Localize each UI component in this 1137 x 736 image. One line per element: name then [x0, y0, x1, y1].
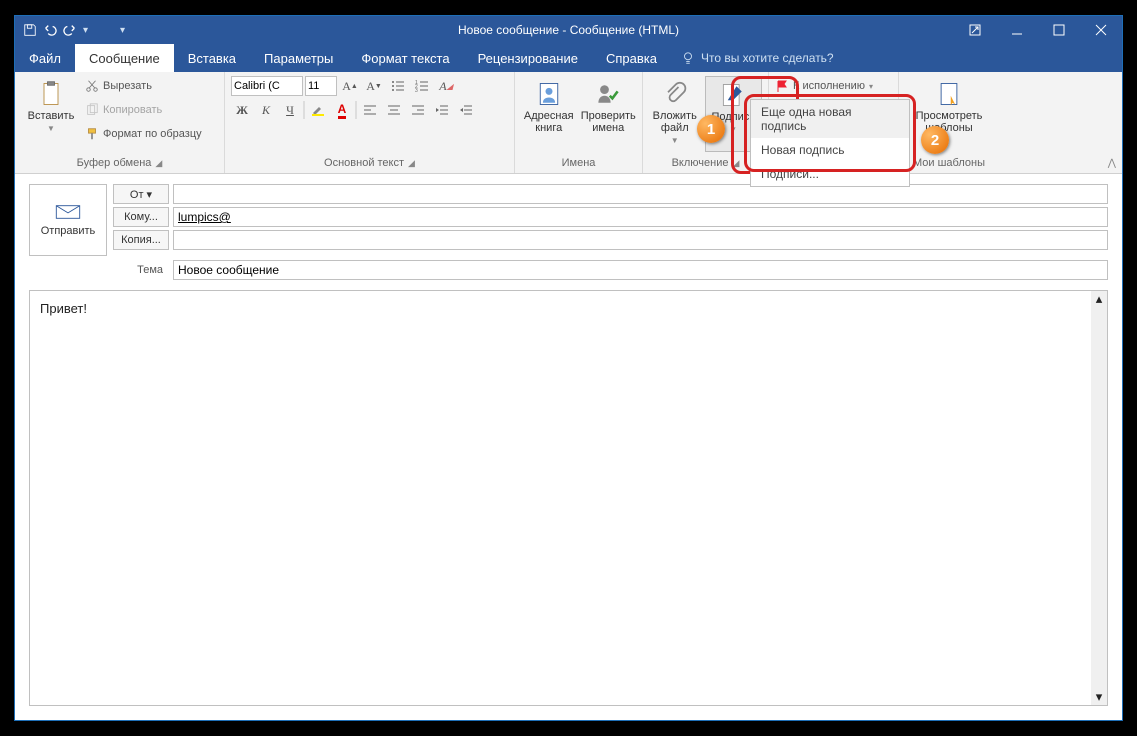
- align-center-button[interactable]: [383, 100, 405, 120]
- to-field[interactable]: [173, 207, 1108, 227]
- view-templates-button[interactable]: Просмотреть шаблоны: [905, 76, 993, 152]
- svg-text:3: 3: [415, 88, 418, 93]
- dialog-launcher-icon[interactable]: ◢: [155, 158, 162, 169]
- quick-access-toolbar: ▾ ▾: [15, 23, 125, 37]
- compose-area: Отправить От ▾ Кому... Копия... Тема: [15, 174, 1122, 720]
- collapse-ribbon-button[interactable]: ⋀: [1108, 158, 1116, 169]
- scroll-down-icon[interactable]: ▾: [1091, 689, 1107, 705]
- annotation-step2-box: [744, 94, 916, 172]
- group-names: Адресная книга Проверить имена Имена: [515, 72, 643, 173]
- annotation-step1-badge: 1: [697, 115, 725, 143]
- brush-icon: [85, 127, 99, 141]
- align-left-button[interactable]: [359, 100, 381, 120]
- subject-field[interactable]: [173, 260, 1108, 280]
- underline-button[interactable]: Ч: [279, 100, 301, 120]
- paperclip-icon: [661, 80, 689, 108]
- from-field[interactable]: [173, 184, 1108, 204]
- title-bar: ▾ ▾ Новое сообщение - Сообщение (HTML): [15, 16, 1122, 44]
- italic-button[interactable]: К: [255, 100, 277, 120]
- group-clipboard: Вставить ▼ Вырезать Копировать Формат по…: [15, 72, 225, 173]
- tab-file[interactable]: Файл: [15, 44, 75, 72]
- cc-field[interactable]: [173, 230, 1108, 250]
- from-button[interactable]: От ▾: [113, 184, 169, 204]
- bullets-button[interactable]: [387, 76, 409, 96]
- address-book-icon: [535, 80, 563, 108]
- lightbulb-icon: [681, 51, 695, 65]
- numbering-button[interactable]: 123: [411, 76, 433, 96]
- font-name-input[interactable]: [231, 76, 303, 96]
- tab-format[interactable]: Формат текста: [347, 44, 463, 72]
- tab-review[interactable]: Рецензирование: [464, 44, 592, 72]
- body-scrollbar[interactable]: ▴ ▾: [1091, 291, 1107, 705]
- close-button[interactable]: [1080, 16, 1122, 44]
- window-controls: [954, 16, 1122, 44]
- copy-icon: [85, 103, 99, 117]
- group-basictext: A▲ A▼ 123 A◢ Ж К Ч А: [225, 72, 515, 173]
- check-names-button[interactable]: Проверить имена: [581, 76, 637, 152]
- scroll-up-icon[interactable]: ▴: [1091, 291, 1107, 307]
- tell-me-search[interactable]: Что вы хотите сделать?: [681, 44, 834, 72]
- bold-button[interactable]: Ж: [231, 100, 253, 120]
- copy-button[interactable]: Копировать: [85, 100, 202, 120]
- undo-icon[interactable]: [43, 23, 57, 37]
- save-icon[interactable]: [23, 23, 37, 37]
- tab-help[interactable]: Справка: [592, 44, 671, 72]
- app-window: ▾ ▾ Новое сообщение - Сообщение (HTML) Ф…: [14, 15, 1123, 721]
- maximize-button[interactable]: [1038, 16, 1080, 44]
- align-right-button[interactable]: [407, 100, 429, 120]
- tab-options[interactable]: Параметры: [250, 44, 347, 72]
- chevron-down-icon: ▼: [47, 124, 55, 133]
- envelope-icon: [55, 203, 81, 221]
- scissors-icon: [85, 79, 99, 93]
- paste-button[interactable]: Вставить ▼: [21, 76, 81, 152]
- shrink-font-button[interactable]: A▼: [363, 76, 385, 96]
- ribbon-tabs: Файл Сообщение Вставка Параметры Формат …: [15, 44, 1122, 72]
- ribbon-display-options[interactable]: [954, 16, 996, 44]
- increase-indent-button[interactable]: [455, 100, 477, 120]
- send-button[interactable]: Отправить: [29, 184, 107, 256]
- minimize-button[interactable]: [996, 16, 1038, 44]
- tab-message[interactable]: Сообщение: [75, 44, 174, 72]
- clipboard-icon: [37, 80, 65, 108]
- dialog-launcher-icon[interactable]: ◢: [408, 158, 415, 169]
- to-button[interactable]: Кому...: [113, 207, 169, 227]
- cc-button[interactable]: Копия...: [113, 230, 169, 250]
- annotation-step2-badge: 2: [921, 126, 949, 154]
- attach-file-button[interactable]: Вложить файл ▼: [649, 76, 701, 152]
- address-book-button[interactable]: Адресная книга: [521, 76, 577, 152]
- tab-insert[interactable]: Вставка: [174, 44, 250, 72]
- format-painter-button[interactable]: Формат по образцу: [85, 124, 202, 144]
- subject-label: Тема: [29, 264, 169, 276]
- ribbon: Вставить ▼ Вырезать Копировать Формат по…: [15, 72, 1122, 174]
- cut-button[interactable]: Вырезать: [85, 76, 202, 96]
- template-icon: [935, 80, 963, 108]
- font-color-button[interactable]: А: [331, 100, 353, 120]
- font-size-input[interactable]: [305, 76, 337, 96]
- message-body[interactable]: Привет! ▴ ▾: [29, 290, 1108, 706]
- check-names-icon: [594, 80, 622, 108]
- decrease-indent-button[interactable]: [431, 100, 453, 120]
- qat-down-icon[interactable]: ▾: [83, 25, 88, 36]
- grow-font-button[interactable]: A▲: [339, 76, 361, 96]
- redo-icon[interactable]: [63, 23, 77, 37]
- qat-more-icon[interactable]: ▾: [120, 25, 125, 36]
- highlight-button[interactable]: [307, 100, 329, 120]
- highlight-icon: [311, 103, 325, 117]
- clear-formatting-button[interactable]: A◢: [435, 76, 457, 96]
